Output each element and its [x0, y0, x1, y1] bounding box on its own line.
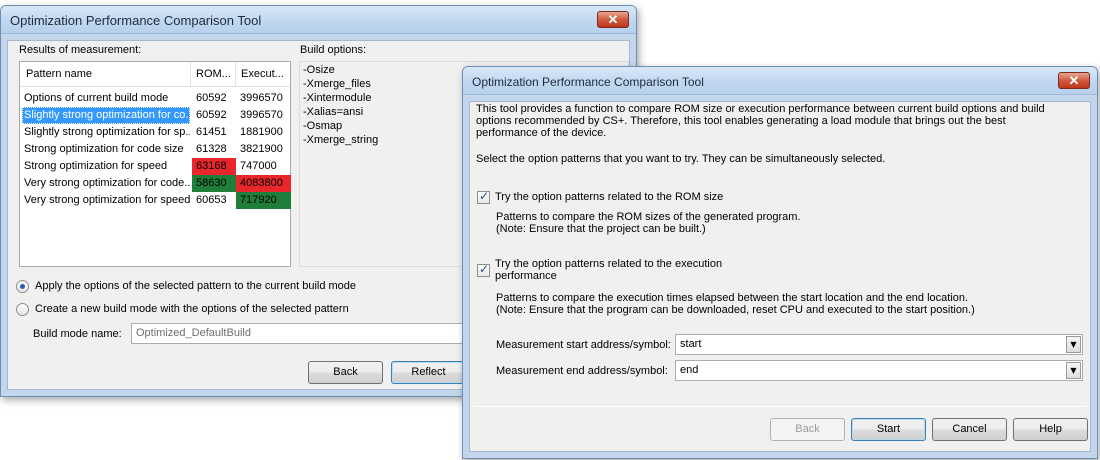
build-option-item: -Xmerge_string: [303, 134, 379, 146]
chevron-down-icon[interactable]: ▼: [1066, 362, 1081, 379]
front-dialog-frame: This tool provides a function to compare…: [463, 95, 1097, 458]
pattern-name-cell: Slightly strong optimization for co...: [22, 107, 190, 124]
table-row[interactable]: Slightly strong optimization for sp... 61…: [20, 124, 290, 141]
column-header-execution[interactable]: Execut...: [241, 68, 284, 80]
execution-checkbox[interactable]: [477, 262, 490, 277]
reflect-button[interactable]: Reflect: [391, 361, 466, 384]
build-option-item: -Osmap: [303, 120, 343, 132]
pattern-name-cell: Very strong optimization for speed: [24, 194, 190, 206]
execution-label-line-2: performance: [495, 270, 557, 282]
execution-checkbox-label[interactable]: Try the option patterns related to the e…: [495, 258, 722, 282]
rom-desc-line-2: (Note: Ensure that the project can be bu…: [496, 223, 706, 235]
rom-size-description: Patterns to compare the ROM sizes of the…: [496, 211, 800, 235]
description-line-1: This tool provides a function to compare…: [476, 103, 1045, 115]
back-dialog-titlebar[interactable]: Optimization Performance Comparison Tool…: [1, 6, 636, 34]
execution-description: Patterns to compare the execution times …: [496, 292, 975, 316]
back-dialog-close-icon[interactable]: ✕: [597, 11, 629, 28]
front-dialog-window: Optimization Performance Comparison Tool…: [462, 66, 1098, 459]
start-address-combo[interactable]: start ▼: [675, 334, 1083, 355]
cancel-button[interactable]: Cancel: [932, 418, 1007, 441]
build-option-item: -Osize: [303, 64, 335, 76]
execution-label-line-1: Try the option patterns related to the e…: [495, 258, 723, 270]
back-button[interactable]: Back: [770, 418, 845, 441]
table-row[interactable]: Very strong optimization for speed 60653 7…: [20, 192, 291, 209]
end-address-value: end: [680, 364, 699, 376]
execution-cell: 747000: [240, 160, 277, 172]
rom-desc-line-1: Patterns to compare the ROM sizes of the…: [496, 211, 801, 223]
build-options-label: Build options:: [300, 44, 367, 56]
execution-cell: 3996570: [240, 109, 283, 121]
button-divider: [474, 406, 1086, 407]
description-line-3: performance of the device.: [476, 127, 607, 139]
results-list-header: Pattern name ROM... Execut...: [20, 62, 290, 87]
table-row[interactable]: Strong optimization for code size 61328 38…: [20, 141, 290, 158]
exec-desc-line-2: (Note: Ensure that the program can be do…: [496, 304, 975, 316]
column-header-rom[interactable]: ROM...: [196, 68, 231, 80]
execution-cell: 4083800: [236, 175, 291, 192]
end-address-combo[interactable]: end ▼: [675, 360, 1083, 381]
table-row[interactable]: Strong optimization for speed 63168 747000: [20, 158, 290, 175]
column-header-pattern-name[interactable]: Pattern name: [26, 68, 92, 80]
execution-cell: 3996570: [240, 92, 283, 104]
create-build-mode-radio[interactable]: [16, 303, 29, 316]
pattern-name-cell: Slightly strong optimization for sp...: [24, 126, 190, 138]
apply-options-radio[interactable]: [16, 280, 29, 293]
description-text: This tool provides a function to compare…: [476, 103, 1045, 139]
execution-cell: 717920: [236, 192, 291, 209]
front-dialog-title: Optimization Performance Comparison Tool: [472, 75, 704, 89]
table-row[interactable]: Very strong optimization for code... 5863…: [20, 175, 291, 192]
rom-cell: 60592: [196, 92, 227, 104]
help-button[interactable]: Help: [1013, 418, 1088, 441]
execution-cell: 1881900: [240, 126, 283, 138]
start-address-value: start: [680, 338, 702, 350]
start-button[interactable]: Start: [851, 418, 926, 441]
apply-options-label[interactable]: Apply the options of the selected patter…: [35, 280, 356, 292]
rom-size-checkbox-label[interactable]: Try the option patterns related to the R…: [495, 191, 723, 203]
back-dialog-title: Optimization Performance Comparison Tool: [10, 13, 262, 28]
front-dialog-titlebar[interactable]: Optimization Performance Comparison Tool…: [463, 67, 1097, 95]
rom-cell: 60592: [196, 109, 227, 121]
pattern-name-cell: Options of current build mode: [24, 92, 169, 104]
back-window-back-button[interactable]: Back: [308, 361, 383, 384]
pattern-name-cell: Strong optimization for speed: [24, 160, 168, 172]
start-address-label: Measurement start address/symbol:: [496, 339, 671, 351]
rom-cell: 58630: [192, 175, 236, 192]
instruction-text: Select the option patterns that you want…: [476, 153, 886, 165]
chevron-down-icon[interactable]: ▼: [1066, 336, 1081, 353]
end-address-label: Measurement end address/symbol:: [496, 365, 668, 377]
description-line-2: options recommended by CS+. Therefore, t…: [476, 115, 1006, 127]
build-option-item: -Xmerge_files: [303, 78, 371, 90]
execution-cell: 3821900: [240, 143, 283, 155]
rom-cell: 60653: [196, 194, 227, 206]
build-option-item: -Xalias=ansi: [303, 106, 364, 118]
front-dialog-close-icon[interactable]: ✕: [1058, 72, 1090, 89]
rom-size-checkbox[interactable]: [477, 189, 490, 204]
rom-cell: 61451: [196, 126, 227, 138]
build-mode-name-label: Build mode name:: [33, 328, 122, 340]
rom-cell: 63168: [192, 158, 236, 175]
table-row[interactable]: Slightly strong optimization for co... 60…: [20, 107, 290, 124]
pattern-name-cell: Strong optimization for code size: [24, 143, 184, 155]
rom-cell: 61328: [196, 143, 227, 155]
results-list[interactable]: Pattern name ROM... Execut... Options of…: [19, 61, 291, 267]
front-dialog-client: This tool provides a function to compare…: [469, 101, 1091, 452]
pattern-name-cell: Very strong optimization for code...: [24, 177, 190, 189]
table-row[interactable]: Options of current build mode 60592 399657…: [20, 90, 290, 107]
build-option-item: -Xintermodule: [303, 92, 372, 104]
results-label: Results of measurement:: [19, 44, 142, 56]
create-build-mode-label[interactable]: Create a new build mode with the options…: [35, 303, 349, 315]
exec-desc-line-1: Patterns to compare the execution times …: [496, 292, 969, 304]
